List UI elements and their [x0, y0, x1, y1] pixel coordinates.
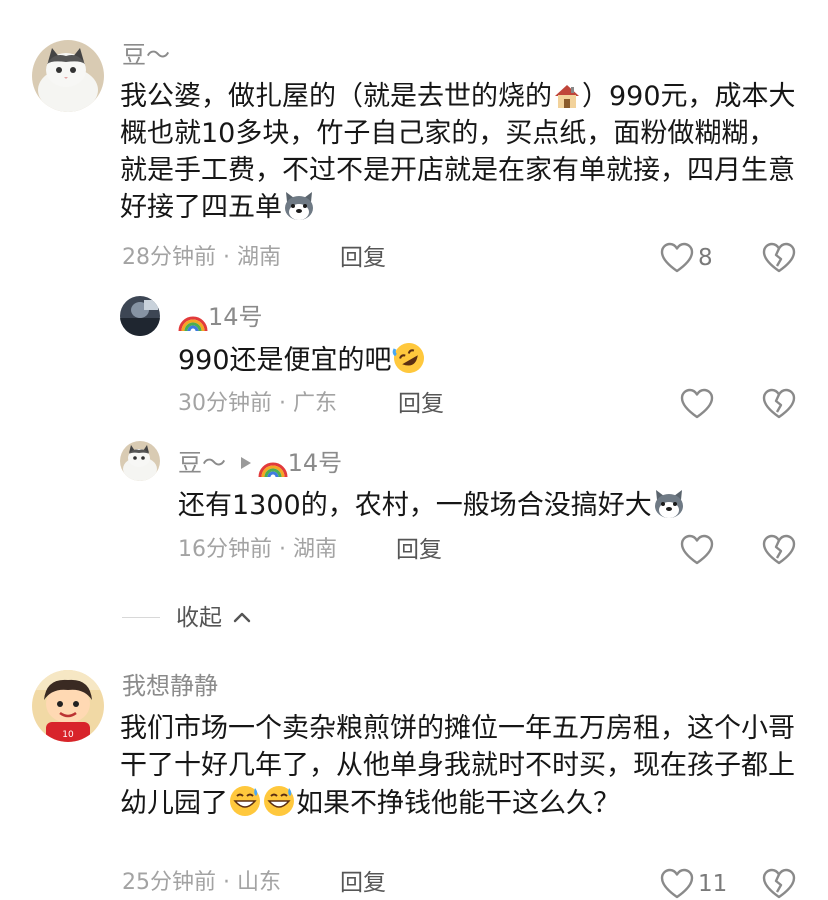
reply-to-name[interactable]: 14号 [288, 449, 343, 477]
reply-button[interactable]: 回复 [340, 868, 386, 898]
comment-author[interactable]: 豆～ [122, 40, 170, 70]
dog-face-emoji [652, 488, 686, 520]
comment-author[interactable]: 我想静静 [122, 671, 218, 701]
collapse-button[interactable]: 收起 [176, 603, 251, 633]
broken-heart-icon[interactable] [762, 388, 796, 420]
svg-text:10: 10 [62, 730, 74, 740]
reply-author-name[interactable]: 14号 [208, 303, 263, 331]
like-count: 11 [698, 871, 728, 897]
reply-author-name[interactable]: 豆～ [178, 449, 226, 477]
reply-text-content: 还有1300的，农村，一般场合没搞好大 [178, 490, 652, 521]
heart-outline-icon[interactable] [660, 868, 694, 900]
reply-author[interactable]: 豆～ 14号 [178, 448, 342, 478]
heart-outline-icon[interactable] [660, 242, 694, 274]
heart-outline-icon[interactable] [680, 534, 714, 566]
collapse-divider [122, 617, 160, 618]
reply-text-content: 990还是便宜的吧 [178, 345, 392, 376]
broken-heart-icon[interactable] [762, 242, 796, 274]
comment-text-part: 我公婆，做扎屋的（就是去世的烧的 [120, 81, 552, 112]
reply-meta: 16分钟前 · 湖南 [178, 537, 337, 562]
broken-heart-icon[interactable] [762, 534, 796, 566]
reply-meta: 30分钟前 · 广东 [178, 391, 337, 416]
dog-face-emoji [282, 190, 316, 222]
comment-meta: 28分钟前 · 湖南 [122, 245, 281, 270]
triangle-right-icon [240, 456, 252, 470]
house-emoji [552, 81, 582, 111]
reply-author[interactable]: 14号 [178, 302, 263, 332]
rofl-emoji [392, 341, 426, 375]
comment-text: 我公婆，做扎屋的（就是去世的烧的 ）990元，成本大概也就10多块，竹子自己家的，… [120, 78, 800, 226]
chevron-up-icon[interactable] [233, 611, 251, 623]
like-count: 8 [698, 245, 713, 271]
broken-heart-icon[interactable] [762, 868, 796, 900]
avatar-reply-user[interactable] [120, 296, 160, 336]
reply-button[interactable]: 回复 [340, 243, 386, 273]
avatar-cat[interactable] [120, 441, 160, 481]
reply-button[interactable]: 回复 [396, 535, 442, 565]
avatar-cat[interactable] [32, 40, 104, 112]
collapse-label[interactable]: 收起 [176, 605, 222, 631]
heart-outline-icon[interactable] [680, 388, 714, 420]
reply-text: 还有1300的，农村，一般场合没搞好大 [178, 487, 798, 524]
rainbow-emoji [258, 453, 288, 477]
reply-button[interactable]: 回复 [398, 389, 444, 419]
comment-text-part: 如果不挣钱他能干这么久？ [296, 788, 620, 819]
rainbow-emoji [178, 307, 208, 331]
comment-text: 我们市场一个卖杂粮煎饼的摊位一年五万房租，这个小哥干了十好几年了，从他单身我就时… [120, 710, 800, 822]
avatar-cartoon[interactable]: 10 [32, 670, 104, 742]
grin-sweat-emoji [262, 784, 296, 818]
grin-sweat-emoji [228, 784, 262, 818]
comment-meta: 25分钟前 · 山东 [122, 870, 281, 895]
reply-text: 990还是便宜的吧 [178, 341, 778, 379]
